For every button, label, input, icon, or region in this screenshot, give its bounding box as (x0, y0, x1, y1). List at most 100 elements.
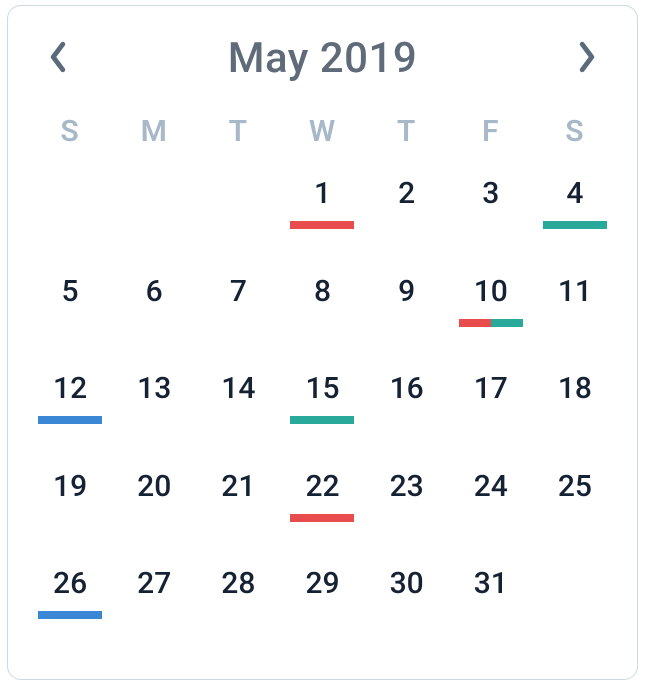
next-month-button[interactable] (565, 37, 609, 81)
calendar-empty-cell (112, 165, 196, 259)
event-marks (375, 221, 439, 229)
calendar-day-cell[interactable]: 24 (449, 458, 533, 552)
day-number: 15 (305, 374, 339, 404)
calendar-day-cell[interactable]: 26 (28, 555, 112, 649)
event-mark (38, 611, 102, 619)
calendar-day-cell[interactable]: 23 (365, 458, 449, 552)
event-marks (543, 221, 607, 229)
calendar-day-cell[interactable]: 5 (28, 263, 112, 357)
day-number: 11 (558, 277, 592, 307)
event-marks (543, 514, 607, 522)
day-number: 17 (474, 374, 508, 404)
day-of-week-label: S (60, 114, 79, 149)
day-number: 7 (230, 277, 247, 307)
day-of-week-label: M (141, 114, 168, 149)
event-marks (375, 514, 439, 522)
calendar-day-cell[interactable]: 12 (28, 360, 112, 454)
calendar-day-cell[interactable]: 20 (112, 458, 196, 552)
event-marks (290, 514, 354, 522)
day-number: 14 (221, 374, 255, 404)
prev-month-button[interactable] (36, 37, 80, 81)
event-marks (459, 611, 523, 619)
calendar-day-cell[interactable]: 9 (365, 263, 449, 357)
event-marks (122, 611, 186, 619)
calendar-empty-cell (533, 555, 617, 649)
calendar-day-cell[interactable]: 1 (280, 165, 364, 259)
calendar-day-cell[interactable]: 30 (365, 555, 449, 649)
calendar-header: May 2019 (28, 24, 617, 101)
calendar-day-cell[interactable]: 28 (196, 555, 280, 649)
calendar-day-cell[interactable]: 16 (365, 360, 449, 454)
event-marks (122, 416, 186, 424)
day-of-week-label: T (397, 114, 416, 149)
event-mark (290, 416, 354, 424)
event-mark (290, 514, 354, 522)
day-number: 10 (474, 277, 508, 307)
event-marks (459, 416, 523, 424)
calendar-day-cell[interactable]: 29 (280, 555, 364, 649)
day-number: 18 (558, 374, 592, 404)
calendar-day-cell[interactable]: 17 (449, 360, 533, 454)
day-number: 24 (474, 472, 508, 502)
event-marks (38, 319, 102, 327)
day-number: 26 (53, 569, 87, 599)
calendar-day-cell[interactable]: 19 (28, 458, 112, 552)
event-marks (543, 416, 607, 424)
calendar-day-cell[interactable]: 4 (533, 165, 617, 259)
calendar-empty-cell (28, 165, 112, 259)
event-mark (459, 319, 491, 327)
event-marks (290, 221, 354, 229)
calendar-day-cell[interactable]: 8 (280, 263, 364, 357)
day-number: 6 (146, 277, 163, 307)
event-marks (122, 514, 186, 522)
chevron-right-icon (577, 41, 597, 77)
day-number: 3 (482, 179, 499, 209)
calendar-day-cell[interactable]: 3 (449, 165, 533, 259)
calendar-day-cell[interactable]: 7 (196, 263, 280, 357)
event-mark (290, 221, 354, 229)
day-number: 9 (398, 277, 415, 307)
calendar-day-cell[interactable]: 11 (533, 263, 617, 357)
event-marks (290, 416, 354, 424)
calendar-day-cell[interactable]: 2 (365, 165, 449, 259)
calendar-day-cell[interactable]: 21 (196, 458, 280, 552)
event-marks (375, 416, 439, 424)
calendar-title: May 2019 (228, 34, 418, 83)
calendar-day-cell[interactable]: 22 (280, 458, 364, 552)
event-marks (38, 416, 102, 424)
event-marks (206, 416, 270, 424)
event-marks (290, 319, 354, 327)
day-of-week-label: T (229, 114, 248, 149)
day-number: 31 (474, 569, 508, 599)
day-of-week-label: W (309, 114, 336, 149)
event-marks (459, 319, 523, 327)
day-number: 30 (390, 569, 424, 599)
calendar-grid: SMTWTFS123456789101112131415161718192021… (28, 101, 617, 649)
day-number: 8 (314, 277, 331, 307)
day-number: 23 (390, 472, 424, 502)
calendar-day-cell[interactable]: 10 (449, 263, 533, 357)
calendar-empty-cell (196, 165, 280, 259)
event-mark (491, 319, 523, 327)
event-marks (38, 514, 102, 522)
calendar-day-cell[interactable]: 27 (112, 555, 196, 649)
day-number: 27 (137, 569, 171, 599)
calendar-day-cell[interactable]: 6 (112, 263, 196, 357)
calendar-day-cell[interactable]: 14 (196, 360, 280, 454)
calendar-day-cell[interactable]: 31 (449, 555, 533, 649)
event-marks (375, 319, 439, 327)
day-number: 2 (398, 179, 415, 209)
event-marks (543, 319, 607, 327)
calendar-day-cell[interactable]: 18 (533, 360, 617, 454)
day-number: 5 (62, 277, 79, 307)
calendar-day-cell[interactable]: 25 (533, 458, 617, 552)
day-number: 22 (305, 472, 339, 502)
event-marks (206, 514, 270, 522)
day-number: 1 (314, 179, 331, 209)
event-mark (38, 416, 102, 424)
calendar-day-cell[interactable]: 13 (112, 360, 196, 454)
calendar-day-cell[interactable]: 15 (280, 360, 364, 454)
day-number: 16 (390, 374, 424, 404)
event-marks (122, 319, 186, 327)
event-marks (459, 221, 523, 229)
